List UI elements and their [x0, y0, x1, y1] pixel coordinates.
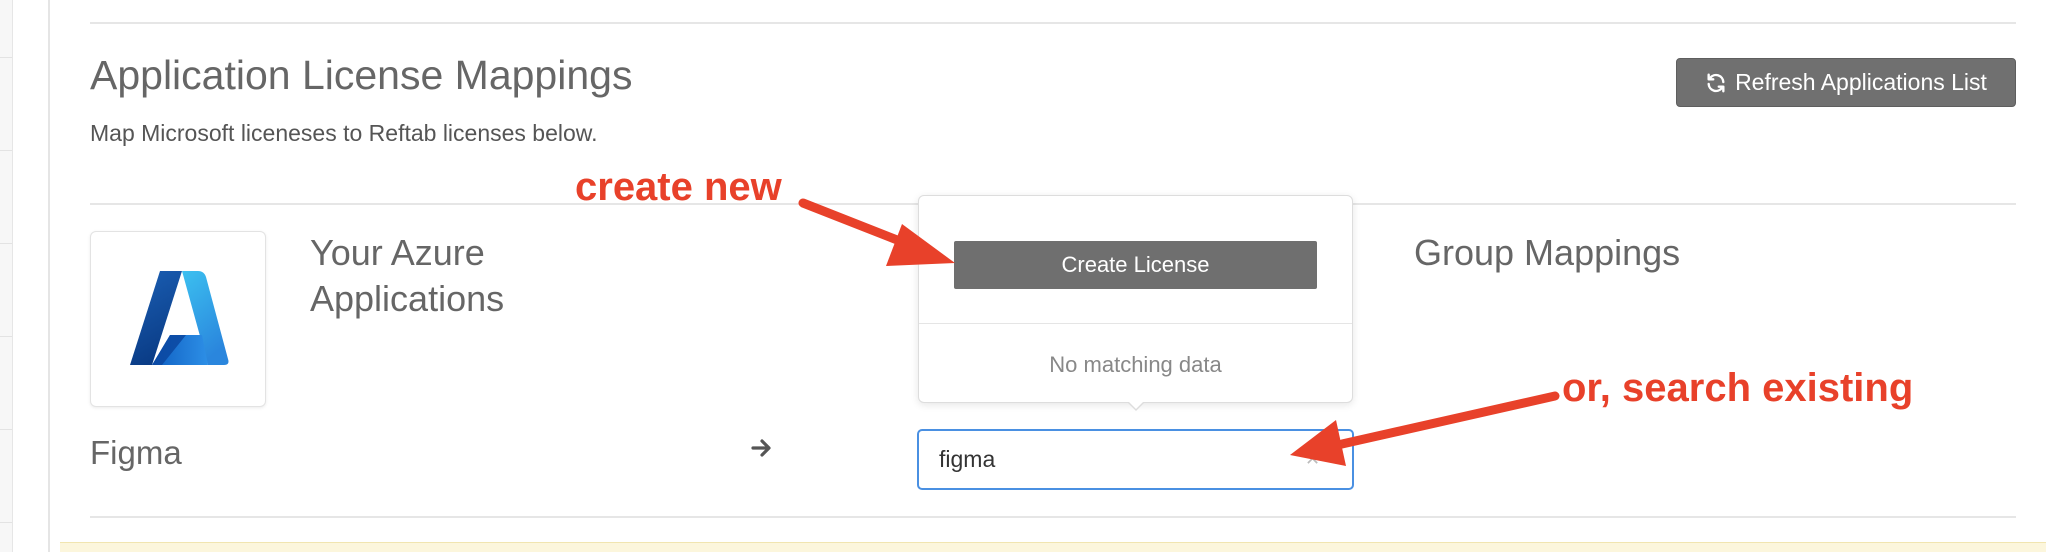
no-matching-data-text: No matching data	[1049, 352, 1222, 377]
top-divider	[90, 22, 2016, 24]
page-title: Application License Mappings	[90, 52, 633, 98]
refresh-button-label: Refresh Applications List	[1735, 69, 1987, 95]
alert-banner	[60, 542, 2046, 552]
page: Application License Mappings Map Microso…	[0, 0, 2048, 552]
gutter-tick	[0, 522, 12, 523]
azure-applications-heading: Your Azure Applications	[310, 232, 505, 319]
dropdown-caret-inner	[1128, 401, 1144, 409]
content-border	[48, 0, 50, 552]
group-mappings-heading: Group Mappings	[1414, 232, 1681, 273]
app-logo-card	[90, 231, 266, 407]
dropdown-divider	[919, 323, 1352, 324]
gutter-tick	[0, 57, 12, 58]
gutter-tick	[0, 150, 12, 151]
gutter-tick	[0, 429, 12, 430]
create-license-button[interactable]: Create License	[954, 241, 1317, 289]
application-name: Figma	[90, 434, 182, 471]
refresh-applications-button[interactable]: Refresh Applications List	[1676, 58, 2016, 107]
annotation-search-existing: or, search existing	[1562, 366, 1914, 410]
bottom-divider	[90, 516, 2016, 518]
azure-logo-icon	[130, 271, 229, 365]
page-subtitle: Map Microsoft liceneses to Reftab licens…	[90, 120, 598, 146]
gutter-tick	[0, 336, 12, 337]
annotation-create-new: create new	[575, 165, 782, 209]
license-dropdown-panel: Create License No matching data	[918, 195, 1353, 403]
left-gutter	[0, 0, 13, 552]
gutter-tick	[0, 243, 12, 244]
license-search-input[interactable]	[917, 429, 1354, 490]
clear-icon[interactable]: ✕	[1305, 447, 1320, 471]
arrow-right-icon	[751, 439, 771, 457]
refresh-icon	[1707, 73, 1725, 92]
